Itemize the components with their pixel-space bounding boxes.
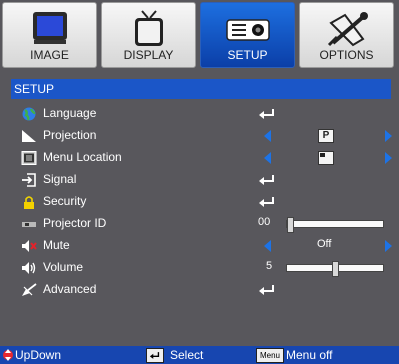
menu-item-signal[interactable]: Signal <box>0 169 399 191</box>
tab-label: DISPLAY <box>123 48 174 62</box>
advanced-control[interactable] <box>258 279 398 301</box>
arrow-right-icon[interactable] <box>385 130 392 142</box>
menu-item-menu-location[interactable]: Menu Location <box>0 147 399 169</box>
menu-item-language[interactable]: Language <box>0 103 399 125</box>
volume-control[interactable]: 5 <box>258 257 398 279</box>
menu-item-volume[interactable]: Volume 5 <box>0 257 399 279</box>
setup-osd-menu: IMAGE DISPLAY SETUP OPTIONS SETUP Langua… <box>0 0 399 364</box>
menu-item-label: Security <box>43 194 87 208</box>
tab-label: IMAGE <box>30 48 69 62</box>
mute-icon <box>22 240 37 252</box>
tab-display[interactable]: DISPLAY <box>101 2 196 68</box>
enter-icon <box>259 197 274 207</box>
tv-icon <box>134 10 163 46</box>
tab-label: OPTIONS <box>319 48 374 62</box>
menu-item-advanced[interactable]: Advanced <box>0 279 399 301</box>
projection-icon <box>22 130 36 142</box>
language-control[interactable] <box>258 103 398 125</box>
menu-location-value-box <box>318 151 334 165</box>
projection-value-box: P <box>318 129 334 143</box>
menu-key-icon: Menu <box>256 348 284 363</box>
tab-options[interactable]: OPTIONS <box>299 2 394 68</box>
menu-item-label: Signal <box>43 172 77 186</box>
enter-icon <box>259 175 274 185</box>
advanced-icon <box>22 283 37 296</box>
menu-item-projection[interactable]: Projection P <box>0 125 399 147</box>
menu-item-label: Language <box>43 106 97 120</box>
arrow-left-icon[interactable] <box>264 240 271 252</box>
tab-label: SETUP <box>227 48 268 62</box>
volume-value: 5 <box>266 260 273 272</box>
menu-item-label: Projection <box>43 128 97 142</box>
menu-item-label: Advanced <box>43 282 97 296</box>
enter-icon <box>259 285 274 295</box>
menu-item-mute[interactable]: Mute Off <box>0 235 399 257</box>
menu-item-security[interactable]: Security <box>0 191 399 213</box>
tab-image[interactable]: IMAGE <box>2 2 97 68</box>
menu-item-label: Volume <box>43 260 84 274</box>
arrow-right-icon[interactable] <box>385 240 392 252</box>
signal-icon <box>22 173 36 187</box>
menu-item-label: Mute <box>43 238 70 252</box>
id-icon <box>22 222 36 227</box>
mute-value: Off <box>317 238 332 250</box>
menu-item-projector-id[interactable]: Projector ID 00 <box>0 213 399 235</box>
projection-control[interactable]: P <box>258 125 398 147</box>
enter-icon <box>259 109 274 119</box>
slider-thumb[interactable] <box>287 217 294 233</box>
location-marker-icon <box>320 153 325 157</box>
menu-location-icon <box>21 151 37 165</box>
tab-setup[interactable]: SETUP <box>200 2 295 68</box>
menu-item-label: Menu Location <box>43 150 122 164</box>
mute-control[interactable]: Off <box>258 235 398 257</box>
enter-key-icon <box>146 348 164 363</box>
arrow-right-icon[interactable] <box>385 152 392 164</box>
arrow-left-icon[interactable] <box>264 152 271 164</box>
projector-id-slider[interactable] <box>286 217 384 233</box>
updown-label: UpDown <box>15 348 62 362</box>
slider-thumb[interactable] <box>332 261 339 277</box>
globe-icon <box>22 107 36 121</box>
projector-icon <box>225 19 270 41</box>
menu-location-control[interactable] <box>258 147 398 169</box>
menu-item-label: Projector ID <box>43 216 107 230</box>
section-title-bar: SETUP <box>11 79 391 99</box>
footer-help-bar: UpDown Select Menu Menu off <box>0 346 399 364</box>
monitor-icon <box>32 12 67 44</box>
projector-id-value: 00 <box>258 216 271 228</box>
security-control[interactable] <box>258 191 398 213</box>
section-title: SETUP <box>14 82 55 96</box>
tab-bar: IMAGE DISPLAY SETUP OPTIONS <box>2 2 395 68</box>
menu-off-label: Menu off <box>286 348 333 362</box>
volume-slider[interactable] <box>286 261 384 277</box>
projector-id-control[interactable]: 00 <box>258 213 398 235</box>
updown-icon <box>3 349 13 361</box>
arrow-left-icon[interactable] <box>264 130 271 142</box>
lock-icon <box>24 196 34 209</box>
select-label: Select <box>170 348 204 362</box>
signal-control[interactable] <box>258 169 398 191</box>
volume-icon <box>22 262 36 274</box>
tools-icon <box>327 12 368 47</box>
